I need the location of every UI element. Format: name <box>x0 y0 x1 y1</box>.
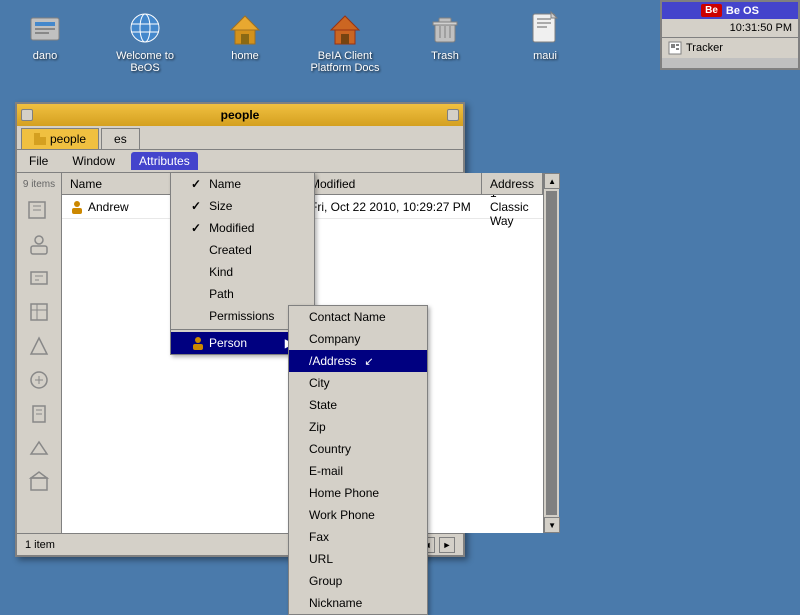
tab-es-label: es <box>114 132 127 146</box>
attr-created-item[interactable]: ✓ Created <box>171 239 314 261</box>
sidebar-btn-8[interactable] <box>19 433 59 463</box>
trash-icon <box>427 10 463 46</box>
desktop-icon-home[interactable]: home <box>210 10 280 62</box>
window-close-button[interactable] <box>21 109 33 121</box>
menu-attributes[interactable]: Attributes <box>131 152 198 170</box>
scrollbar-vertical[interactable]: ▲ ▼ <box>543 173 559 533</box>
person-submenu: Contact Name Company /Address ↙ City Sta… <box>288 305 428 615</box>
sidebar-btn-1[interactable] <box>19 195 59 225</box>
attr-kind-item[interactable]: ✓ Kind <box>171 261 314 283</box>
attr-size-item[interactable]: ✓ Size <box>171 195 314 217</box>
folder-tab-icon <box>34 133 46 145</box>
person-menu-icon <box>191 336 205 350</box>
beia-label: BeIA Client Platform Docs <box>310 50 380 74</box>
tracker-label: Tracker <box>686 42 723 54</box>
trash-label: Trash <box>431 50 459 62</box>
menu-file[interactable]: File <box>21 152 56 170</box>
sidebar-btn-6[interactable] <box>19 365 59 395</box>
desktop-icon-trash[interactable]: Trash <box>410 10 480 62</box>
maui-icon <box>527 10 563 46</box>
submenu-state[interactable]: State <box>289 394 427 416</box>
file-cell-modified: Fri, Oct 22 2010, 10:29:27 PM <box>302 198 482 216</box>
desktop: Be Be OS 10:31:50 PM Tracker <box>0 0 800 600</box>
submenu-company[interactable]: Company <box>289 328 427 350</box>
scroll-right-btn[interactable]: ► <box>439 537 455 553</box>
taskbar-clock: 10:31:50 PM <box>662 19 798 38</box>
attr-name-item[interactable]: ✓ Name <box>171 173 314 195</box>
welcome-label: Welcome to BeOS <box>110 50 180 74</box>
submenu-city[interactable]: City <box>289 372 427 394</box>
submenu-nickname[interactable]: Nickname <box>289 592 427 614</box>
desktop-icon-welcome[interactable]: Welcome to BeOS <box>110 10 180 74</box>
person-file-icon <box>70 200 84 214</box>
sidebar-btn-7[interactable] <box>19 399 59 429</box>
beos-label: Be OS <box>726 5 759 17</box>
taskbar-tracker[interactable]: Tracker <box>662 38 798 58</box>
submenu-email[interactable]: E-mail <box>289 460 427 482</box>
submenu-country[interactable]: Country <box>289 438 427 460</box>
dano-label: dano <box>33 50 57 62</box>
desktop-icon-dano[interactable]: dano <box>10 10 80 62</box>
sidebar-btn-3[interactable] <box>19 263 59 293</box>
attr-path-item[interactable]: ✓ Path <box>171 283 314 305</box>
people-window-title: people <box>37 108 443 122</box>
submenu-group[interactable]: Group <box>289 570 427 592</box>
sidebar-btn-4[interactable] <box>19 297 59 327</box>
submenu-fax[interactable]: Fax <box>289 526 427 548</box>
sidebar-btn-2[interactable] <box>19 229 59 259</box>
attr-modified-item[interactable]: ✓ Modified <box>171 217 314 239</box>
desktop-icon-maui[interactable]: maui <box>510 10 580 62</box>
desktop-icon-beia[interactable]: BeIA Client Platform Docs <box>310 10 380 74</box>
home-icon <box>227 10 263 46</box>
file-cell-address: 1 Classic Way <box>482 195 543 230</box>
taskbar: Be Be OS 10:31:50 PM Tracker <box>660 0 800 70</box>
submenu-url[interactable]: URL <box>289 548 427 570</box>
submenu-contact-name[interactable]: Contact Name <box>289 306 427 328</box>
window-expand-button[interactable] <box>447 109 459 121</box>
desktop-icons: dano Welcome to BeOS <box>10 10 580 74</box>
welcome-icon <box>127 10 163 46</box>
submenu-work-phone[interactable]: Work Phone <box>289 504 427 526</box>
submenu-home-phone[interactable]: Home Phone <box>289 482 427 504</box>
tab-people-label: people <box>50 132 86 146</box>
beia-icon <box>327 10 363 46</box>
sidebar-item-count: 9 items <box>19 177 59 192</box>
people-titlebar: people <box>17 104 463 126</box>
sidebar-btn-5[interactable] <box>19 331 59 361</box>
tab-es[interactable]: es <box>101 128 140 149</box>
sidebar-btn-9[interactable] <box>19 467 59 497</box>
dano-icon <box>27 10 63 46</box>
submenu-address[interactable]: /Address ↙ <box>289 350 427 372</box>
col-header-address[interactable]: Address <box>482 173 543 194</box>
menu-window[interactable]: Window <box>64 152 123 170</box>
beos-logo: Be <box>701 4 722 17</box>
scroll-down-arrow[interactable]: ▼ <box>544 517 560 533</box>
tab-people[interactable]: people <box>21 128 99 149</box>
maui-label: maui <box>533 50 557 62</box>
tracker-icon <box>668 41 682 55</box>
home-label: home <box>231 50 259 62</box>
col-header-modified[interactable]: Modified <box>302 173 482 194</box>
tab-bar: people es <box>17 126 463 150</box>
submenu-zip[interactable]: Zip <box>289 416 427 438</box>
people-menubar: File Window Attributes <box>17 150 463 173</box>
file-sidebar: 9 items <box>17 173 62 533</box>
scroll-up-arrow[interactable]: ▲ <box>544 173 560 189</box>
taskbar-header: Be Be OS <box>662 2 798 19</box>
scrollbar-thumb[interactable] <box>546 191 557 515</box>
